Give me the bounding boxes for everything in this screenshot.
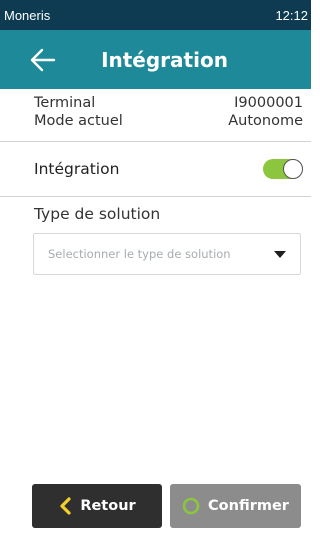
terminal-info: Terminal I9000001 Mode actuel Autonome <box>34 94 303 134</box>
carrier-label: Moneris <box>4 7 51 23</box>
back-arrow-icon[interactable] <box>28 47 58 73</box>
solution-type-select[interactable]: Selectionner le type de solution <box>33 233 301 275</box>
mode-label: Mode actuel <box>34 113 123 129</box>
solution-type-placeholder: Selectionner le type de solution <box>48 247 231 261</box>
integration-toggle[interactable] <box>263 159 303 179</box>
integration-row: Intégration <box>34 150 303 188</box>
confirm-button-label: Confirmer <box>208 498 289 514</box>
status-bar: Moneris 12:12 <box>0 0 311 30</box>
toggle-knob <box>283 159 303 179</box>
chevron-left-icon <box>58 497 72 515</box>
clock-time: 12:12 <box>275 7 308 23</box>
terminal-value: I9000001 <box>234 95 303 111</box>
app-header: Intégration <box>0 30 311 89</box>
confirm-button[interactable]: Confirmer <box>170 484 301 528</box>
solution-type-label: Type de solution <box>34 205 161 223</box>
terminal-label: Terminal <box>34 95 96 111</box>
circle-icon <box>182 497 200 515</box>
terminal-row: Terminal I9000001 <box>34 94 303 112</box>
screen: Moneris 12:12 Intégration Terminal I9000… <box>0 0 311 541</box>
caret-down-icon <box>274 250 286 258</box>
mode-value: Autonome <box>228 113 303 129</box>
back-button[interactable]: Retour <box>32 484 162 528</box>
back-button-label: Retour <box>80 498 136 514</box>
mode-row: Mode actuel Autonome <box>34 112 303 130</box>
integration-label: Intégration <box>34 160 120 178</box>
page-title: Intégration <box>101 47 228 72</box>
divider <box>0 196 311 197</box>
divider <box>0 141 311 142</box>
